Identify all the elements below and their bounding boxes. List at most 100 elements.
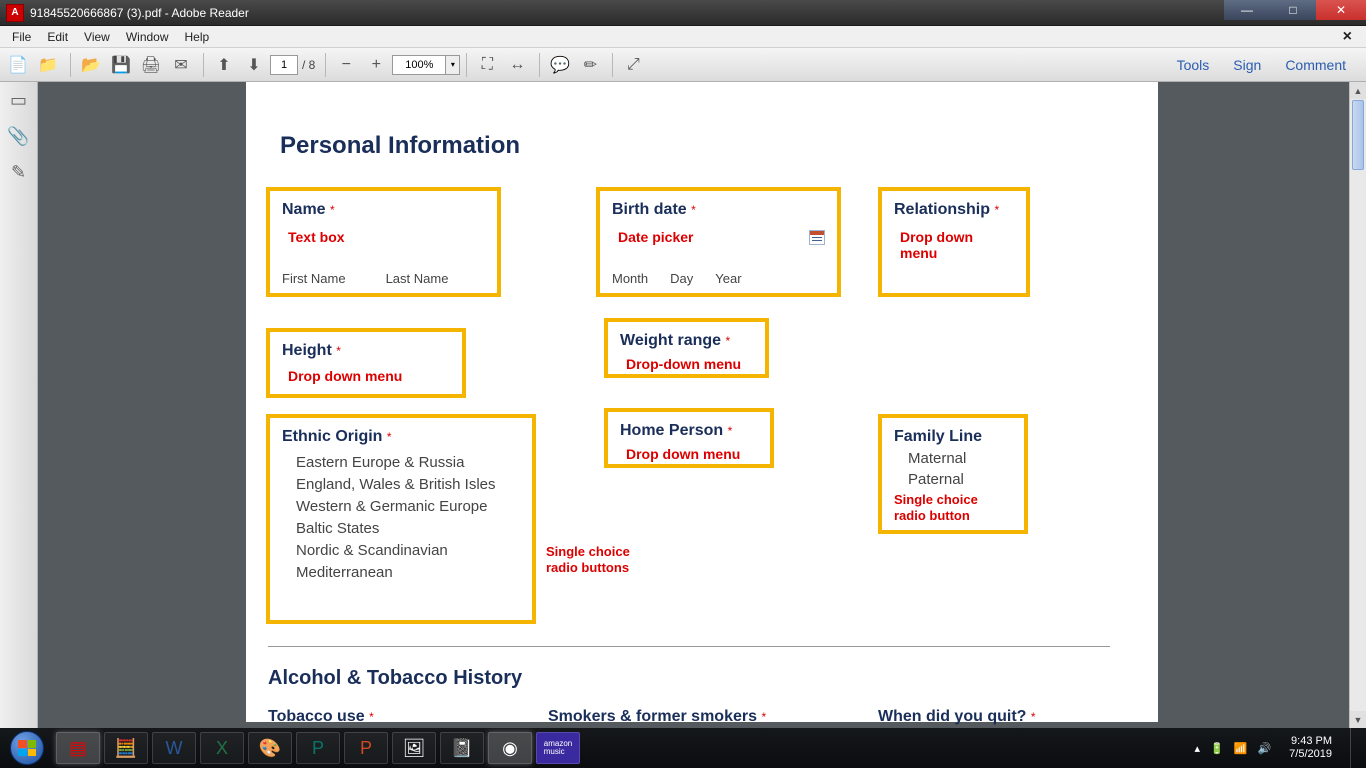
tray-clock[interactable]: 9:43 PM 7/5/2019 [1281, 735, 1340, 761]
field-ethnic-box: Ethnic Origin * Eastern Europe & Russia … [266, 414, 536, 624]
field-home-person-box: Home Person * Drop down menu [604, 408, 774, 468]
fit-width-icon[interactable]: ↔ [503, 52, 531, 78]
toolbar-divider [325, 53, 326, 77]
page-number-input[interactable] [270, 55, 298, 75]
annot-dropdown: Drop down menu [288, 368, 450, 384]
taskbar-amazon-music-icon[interactable]: amazonmusic [536, 732, 580, 764]
tools-panel-button[interactable]: Tools [1167, 53, 1220, 77]
taskbar-app-icon[interactable]: 🖼 [392, 732, 436, 764]
label-family-line: Family Line [894, 428, 982, 445]
field-weight-box: Weight range * Drop-down menu [604, 318, 769, 378]
annot-radio: Single choiceradio button [894, 492, 1012, 523]
vertical-scrollbar[interactable]: ▲ ▼ [1349, 82, 1366, 728]
tray-volume-icon[interactable]: 🔊 [1257, 742, 1271, 755]
window-minimize-button[interactable]: — [1224, 0, 1270, 20]
taskbar-paint-icon[interactable]: 🎨 [248, 732, 292, 764]
windows-logo-icon [10, 731, 44, 765]
scroll-down-icon[interactable]: ▼ [1350, 711, 1366, 728]
label-height: Height [282, 342, 336, 359]
tray-show-hidden-icon[interactable]: ▴ [1195, 742, 1201, 755]
open-icon[interactable]: 📂 [77, 52, 105, 78]
zoom-out-icon[interactable]: − [332, 52, 360, 78]
email-icon[interactable]: ✉ [167, 52, 195, 78]
window-title: 91845520666867 (3).pdf - Adobe Reader [30, 6, 249, 20]
family-option[interactable]: Paternal [908, 471, 1012, 488]
menu-window[interactable]: Window [118, 28, 177, 46]
taskbar-adobe-reader-icon[interactable]: ▤ [56, 732, 100, 764]
zoom-level-input[interactable] [392, 55, 446, 75]
tray-battery-icon[interactable]: 🔋 [1210, 742, 1224, 755]
document-viewport[interactable]: Personal Information Name * Text box Fir… [38, 82, 1366, 728]
label-relationship: Relationship [894, 201, 994, 218]
comment-bubble-icon[interactable]: 💬 [546, 52, 574, 78]
attachments-icon[interactable]: 📎 [9, 126, 29, 146]
read-mode-icon[interactable]: ⤢ [619, 52, 647, 78]
highlight-icon[interactable]: ✏ [576, 52, 604, 78]
section-alcohol-tobacco: Alcohol & Tobacco History Tobacco use * … [268, 638, 1110, 726]
heading-personal-info: Personal Information [280, 132, 1124, 160]
thumbnails-icon[interactable]: ▭ [9, 90, 29, 110]
label-when-quit: When did you quit? [878, 708, 1031, 725]
required-star: * [1031, 710, 1036, 724]
show-desktop-button[interactable] [1350, 728, 1362, 768]
tray-wifi-icon[interactable]: 📶 [1234, 742, 1248, 755]
field-birthdate-box: Birth date * Date picker Month Day Year [596, 187, 841, 297]
taskbar-excel-icon[interactable]: X [200, 732, 244, 764]
toolbar-divider [70, 53, 71, 77]
zoom-in-icon[interactable]: + [362, 52, 390, 78]
zoom-dropdown-icon[interactable]: ▾ [446, 55, 460, 75]
page-up-icon[interactable]: ⬆ [210, 52, 238, 78]
sign-panel-button[interactable]: Sign [1223, 53, 1271, 77]
annot-textbox: Text box [288, 229, 485, 245]
label-smokers: Smokers & former smokers [548, 708, 761, 725]
calendar-icon[interactable] [809, 230, 825, 245]
taskbar-notepad-icon[interactable]: 📓 [440, 732, 484, 764]
required-star: * [336, 344, 341, 358]
taskbar-chrome-icon[interactable]: ◉ [488, 732, 532, 764]
system-tray: ▴ 🔋 📶 🔊 9:43 PM 7/5/2019 [1195, 728, 1366, 768]
ethnic-option[interactable]: Baltic States [296, 520, 520, 537]
window-maximize-button[interactable]: □ [1270, 0, 1316, 20]
menu-help[interactable]: Help [177, 28, 218, 46]
signatures-icon[interactable]: ✎ [9, 162, 29, 182]
scroll-thumb[interactable] [1352, 100, 1364, 170]
start-button[interactable] [0, 728, 54, 768]
required-star: * [761, 710, 766, 724]
ethnic-option[interactable]: Nordic & Scandinavian [296, 542, 520, 559]
family-option[interactable]: Maternal [908, 450, 1012, 467]
sublabel-month: Month [612, 271, 648, 286]
required-star: * [387, 430, 392, 444]
label-tobacco-use: Tobacco use [268, 708, 369, 725]
save-icon[interactable]: 💾 [107, 52, 135, 78]
required-star: * [691, 203, 696, 217]
document-close-button[interactable]: × [1335, 26, 1360, 48]
required-star: * [330, 203, 335, 217]
menu-edit[interactable]: Edit [39, 28, 76, 46]
menu-file[interactable]: File [4, 28, 39, 46]
taskbar-publisher-icon[interactable]: P [296, 732, 340, 764]
taskbar-calculator-icon[interactable]: 🧮 [104, 732, 148, 764]
menu-view[interactable]: View [76, 28, 118, 46]
required-star: * [728, 424, 733, 438]
create-pdf-icon[interactable]: 📁 [34, 52, 62, 78]
taskbar-powerpoint-icon[interactable]: P [344, 732, 388, 764]
toolbar-divider [539, 53, 540, 77]
print-icon[interactable]: 🖨 [137, 52, 165, 78]
ethnic-option[interactable]: Western & Germanic Europe [296, 498, 520, 515]
label-birthdate: Birth date [612, 201, 691, 218]
adobe-reader-icon: A [6, 4, 24, 22]
scroll-up-icon[interactable]: ▲ [1350, 82, 1366, 99]
taskbar-word-icon[interactable]: W [152, 732, 196, 764]
sublabel-day: Day [670, 271, 693, 286]
ethnic-option[interactable]: Eastern Europe & Russia [296, 454, 520, 471]
sublabel-year: Year [715, 271, 741, 286]
ethnic-option[interactable]: Mediterranean [296, 564, 520, 581]
comment-panel-button[interactable]: Comment [1275, 53, 1356, 77]
window-close-button[interactable]: ✕ [1316, 0, 1366, 20]
export-pdf-icon[interactable]: 📄 [4, 52, 32, 78]
page-down-icon[interactable]: ⬇ [240, 52, 268, 78]
fit-page-icon[interactable]: ⛶ [473, 52, 501, 78]
ethnic-option[interactable]: England, Wales & British Isles [296, 476, 520, 493]
field-height-box: Height * Drop down menu [266, 328, 466, 398]
annot-datepicker: Date picker [618, 229, 693, 245]
